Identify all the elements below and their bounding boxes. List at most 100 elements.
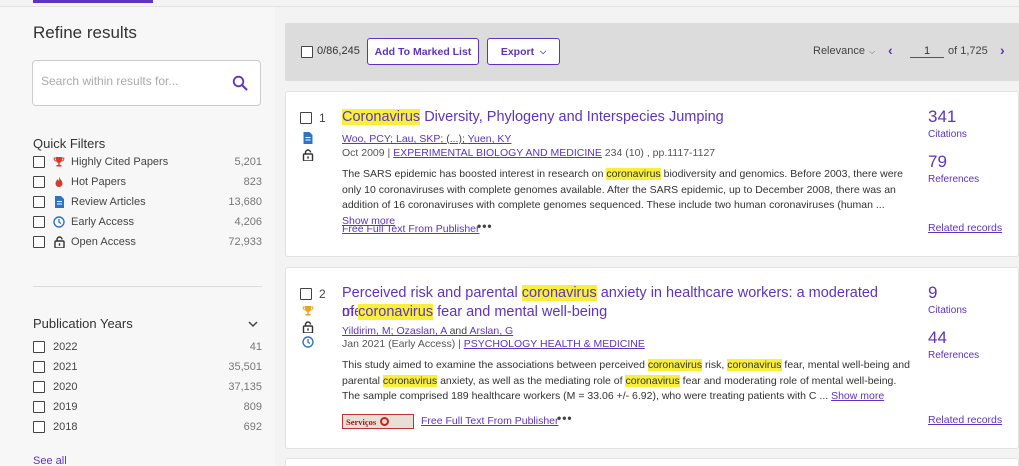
checkbox[interactable] (33, 196, 45, 208)
citations-count[interactable]: 341 (928, 107, 956, 127)
references-count[interactable]: 79 (928, 152, 947, 172)
filter-label: Early Access (71, 216, 134, 228)
servicos-link-badge[interactable]: Serviços (342, 414, 414, 429)
year-count: 692 (243, 421, 262, 433)
year-2019[interactable]: 2019 809 (33, 397, 262, 417)
filter-early-access[interactable]: Early Access 4,206 (33, 212, 262, 232)
journal-link[interactable]: EXPERIMENTAL BIOLOGY AND MEDICINE (393, 147, 602, 159)
chevron-down-icon[interactable] (248, 320, 258, 328)
free-full-text-link[interactable]: Free Full Text From Publisher (421, 415, 559, 427)
clock-icon (52, 215, 66, 229)
servicos-logo-icon (380, 417, 390, 426)
checkbox[interactable] (33, 341, 45, 353)
quick-filters-title: Quick Filters (33, 136, 106, 151)
checkbox[interactable] (33, 421, 45, 433)
highlight: coronavirus (606, 168, 661, 180)
lock-icon (302, 149, 314, 161)
related-records-link[interactable]: Related records (928, 222, 1002, 234)
author-link[interactable]: Ozaslan, A (396, 325, 446, 337)
record-card: 1 Coronavirus Diversity, Phylogeny and I… (285, 91, 1019, 257)
document-icon (52, 195, 66, 209)
checkbox[interactable] (33, 236, 45, 248)
sort-label: Relevance (813, 45, 865, 57)
see-all-link[interactable]: See all (33, 455, 67, 466)
record-volume: 234 (10) , pp.1117-1127 (601, 147, 716, 159)
more-options-icon[interactable]: ••• (477, 219, 493, 233)
year-2018[interactable]: 2018 692 (33, 417, 262, 437)
year-label: 2021 (53, 361, 78, 373)
filter-highly-cited[interactable]: Highly Cited Papers 5,201 (33, 152, 262, 172)
page-number-input[interactable] (910, 45, 944, 58)
checkbox[interactable] (33, 361, 45, 373)
search-icon[interactable] (232, 75, 248, 91)
more-options-icon[interactable]: ••• (557, 411, 573, 425)
year-label: 2022 (53, 341, 78, 353)
trophy-icon (52, 155, 66, 169)
search-within-input[interactable] (41, 74, 221, 88)
references-label[interactable]: References (928, 174, 979, 185)
record-card-partial (285, 458, 1019, 466)
year-2021[interactable]: 2021 35,501 (33, 357, 262, 377)
refine-results-title: Refine results (33, 23, 137, 42)
page-total: of 1,725 (948, 45, 988, 57)
sort-select[interactable]: Relevance ⌵ (813, 45, 875, 57)
checkbox[interactable] (33, 216, 45, 228)
highlight: Coronavirus (342, 109, 421, 125)
citations-label[interactable]: Citations (928, 305, 967, 316)
refine-sidebar: Refine results Quick Filters Highly Cite… (0, 7, 275, 466)
author-link[interactable]: Woo, PCY (342, 133, 390, 145)
related-records-link[interactable]: Related records (928, 414, 1002, 426)
references-count[interactable]: 44 (928, 328, 947, 348)
record-checkbox[interactable] (300, 112, 312, 124)
author-link[interactable]: Yuen, KY (468, 133, 512, 145)
publication-years-title[interactable]: Publication Years (33, 316, 133, 331)
record-number: 2 (319, 287, 326, 301)
citations-count[interactable]: 9 (928, 283, 937, 303)
checkbox[interactable] (33, 401, 45, 413)
filter-count: 5,201 (234, 156, 262, 168)
chevron-right-icon[interactable]: › (1000, 42, 1005, 58)
filter-count: 4,206 (234, 216, 262, 228)
filter-count: 72,933 (228, 236, 262, 248)
year-2022[interactable]: 2022 41 (33, 337, 262, 357)
record-title-line2[interactable]: of coronavirus fear and mental well-bein… (342, 303, 912, 322)
record-date: Oct 2009 | (342, 147, 394, 159)
author-link[interactable]: Yildirim, M (342, 325, 391, 337)
filter-count: 13,680 (228, 196, 262, 208)
chevron-down-icon: ⌵ (540, 46, 547, 56)
lock-icon (302, 321, 314, 333)
flame-icon (52, 175, 66, 189)
year-count: 41 (249, 341, 262, 353)
filter-hot-papers[interactable]: Hot Papers 823 (33, 172, 262, 192)
highlight: coronavirus (358, 304, 434, 320)
chevron-down-icon: ⌵ (868, 47, 876, 56)
add-to-marked-list-button[interactable]: Add To Marked List (367, 38, 479, 65)
document-icon (303, 132, 313, 144)
year-count: 809 (243, 401, 262, 413)
year-label: 2020 (53, 381, 78, 393)
checkbox[interactable] (33, 176, 45, 188)
free-full-text-link[interactable]: Free Full Text From Publisher (342, 223, 480, 235)
year-count: 37,135 (228, 381, 262, 393)
journal-link[interactable]: PSYCHOLOGY HEALTH & MEDICINE (464, 338, 645, 350)
search-within-box[interactable] (32, 60, 261, 106)
author-link[interactable]: Arslan, G (469, 325, 513, 337)
select-all-checkbox[interactable] (301, 46, 313, 58)
citations-label[interactable]: Citations (928, 129, 967, 140)
checkbox[interactable] (33, 156, 45, 168)
show-more-link[interactable]: Show more (831, 390, 884, 402)
references-label[interactable]: References (928, 350, 979, 361)
filter-review-articles[interactable]: Review Articles 13,680 (33, 192, 262, 212)
filter-open-access[interactable]: Open Access 72,933 (33, 232, 262, 252)
year-2020[interactable]: 2020 37,135 (33, 377, 262, 397)
title-text: Diversity, Phylogeny and Interspecies Ju… (420, 109, 724, 125)
export-button[interactable]: Export ⌵ (487, 38, 560, 65)
author-link[interactable]: Lau, SKP (396, 133, 440, 145)
record-card: 2 Perceived risk and parental coronaviru… (285, 267, 1019, 449)
author-ellipsis: (...) (446, 133, 462, 145)
filter-count: 823 (243, 176, 262, 188)
record-checkbox[interactable] (300, 288, 312, 300)
checkbox[interactable] (33, 381, 45, 393)
record-title[interactable]: Coronavirus Diversity, Phylogeny and Int… (342, 108, 912, 127)
chevron-left-icon[interactable]: ‹ (888, 42, 893, 58)
